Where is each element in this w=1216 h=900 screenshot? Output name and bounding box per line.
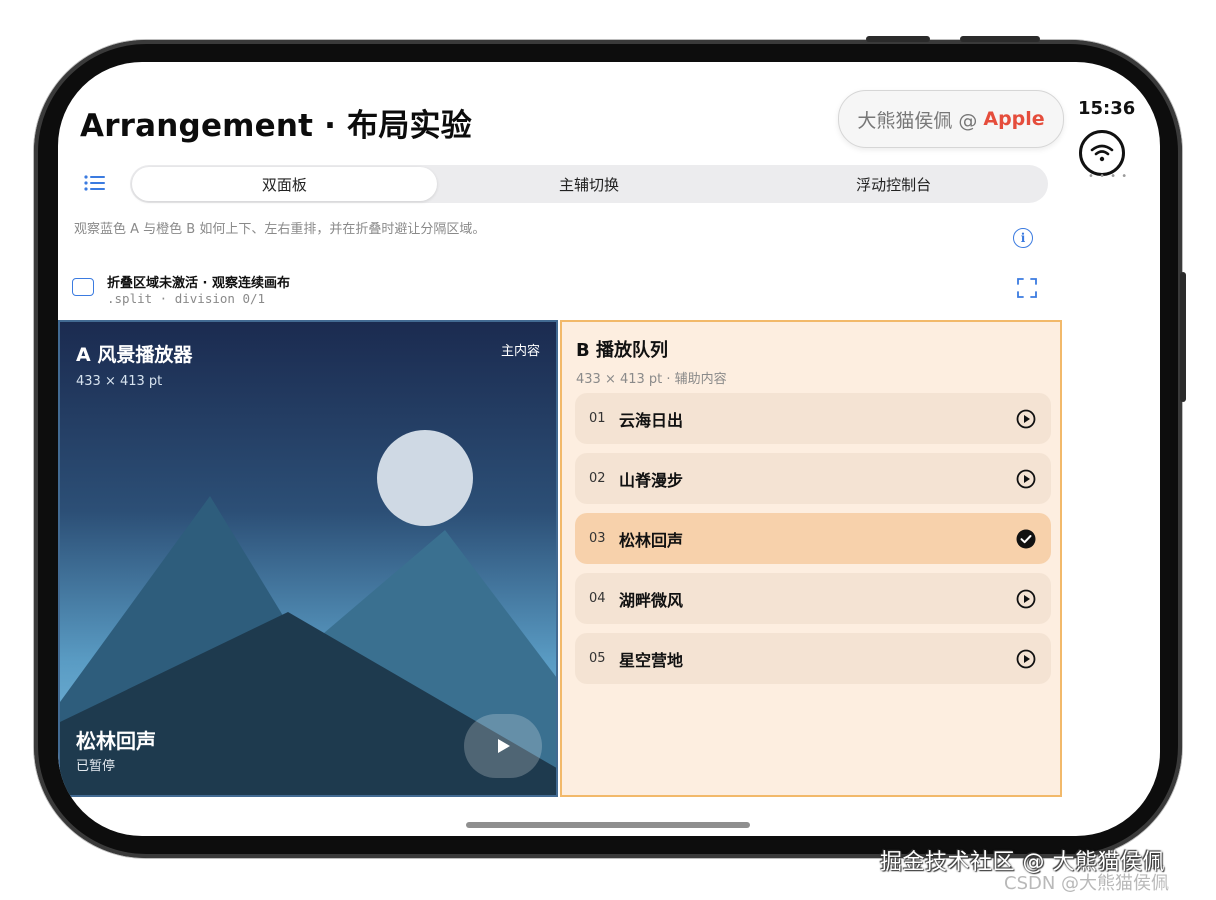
pane-a-scenery-player: A 风景播放器 433 × 413 pt 主内容 松林回声 已暂停 [58, 320, 558, 797]
queue-item[interactable]: 02 山脊漫步 [575, 453, 1051, 504]
pane-b-title: B 播放队列 [576, 340, 668, 361]
play-circle-icon[interactable] [1015, 468, 1037, 490]
status-time: 15:36 [1078, 98, 1136, 119]
play-circle-icon[interactable] [1015, 408, 1037, 430]
queue-item-number: 02 [589, 471, 606, 486]
play-circle-icon[interactable] [1015, 648, 1037, 670]
queue-item[interactable]: 01 云海日出 [575, 393, 1051, 444]
volume-button-1 [866, 36, 930, 42]
queue-item-number: 03 [589, 531, 606, 546]
checkmark-circle-icon [1015, 528, 1037, 550]
fullscreen-icon[interactable] [1017, 278, 1037, 298]
layout-segmented-control: 双面板 主辅切换 浮动控制台 [130, 165, 1048, 203]
tab-dual-pane[interactable]: 双面板 [132, 167, 437, 201]
queue-item-name: 松林回声 [619, 530, 684, 550]
csdn-watermark: CSDN @大熊猫侯佩 [1004, 873, 1170, 894]
app-screen: Arrangement · 布局实验 大熊猫侯佩 @ Apple 15:36 •… [58, 62, 1160, 836]
queue-list: 01 云海日出 02 山脊漫步 03 松林回声 04 湖畔微风 05 星空营地 [575, 393, 1051, 693]
fold-status-title: 折叠区域未激活 · 观察连续画布 [107, 276, 290, 291]
queue-item[interactable]: 05 星空营地 [575, 633, 1051, 684]
tab-floating-console[interactable]: 浮动控制台 [741, 167, 1046, 201]
pane-b-dimensions: 433 × 413 pt · 辅助内容 [576, 372, 727, 387]
queue-item-current[interactable]: 03 松林回声 [575, 513, 1051, 564]
pane-a-title: A 风景播放器 [76, 344, 193, 366]
fold-screen-icon [72, 278, 94, 296]
queue-item-number: 01 [589, 411, 606, 426]
author-badge[interactable]: 大熊猫侯佩 @ Apple [838, 90, 1064, 148]
now-playing-title: 松林回声 [76, 729, 156, 753]
volume-button-2 [960, 36, 1040, 42]
page-title: Arrangement · 布局实验 [80, 108, 472, 144]
fold-status-subtitle: .split · division 0/1 [107, 291, 266, 306]
queue-item-name: 山脊漫步 [619, 470, 684, 490]
info-icon[interactable]: i [1013, 228, 1033, 248]
signal-dots-icon: • • • • [1088, 171, 1129, 182]
queue-item-name: 星空营地 [619, 650, 684, 670]
author-brand: Apple [983, 108, 1045, 130]
tab-primary-secondary[interactable]: 主辅切换 [437, 167, 742, 201]
play-circle-icon[interactable] [1015, 588, 1037, 610]
home-indicator[interactable] [466, 822, 750, 828]
queue-item-name: 云海日出 [619, 410, 684, 430]
queue-item-number: 05 [589, 651, 606, 666]
wifi-icon [1079, 130, 1125, 176]
play-icon [498, 739, 510, 753]
queue-item-name: 湖畔微风 [619, 590, 684, 610]
now-playing-status: 已暂停 [76, 759, 116, 774]
list-icon[interactable] [84, 174, 106, 192]
pane-a-dimensions: 433 × 413 pt [76, 374, 163, 389]
queue-item[interactable]: 04 湖畔微风 [575, 573, 1051, 624]
play-button[interactable] [464, 714, 542, 778]
queue-item-number: 04 [589, 591, 606, 606]
author-name: 大熊猫侯佩 @ [857, 109, 978, 132]
pane-b-play-queue: B 播放队列 433 × 413 pt · 辅助内容 01 云海日出 02 山脊… [560, 320, 1062, 797]
layout-description: 观察蓝色 A 与橙色 B 如何上下、左右重排，并在折叠时避让分隔区域。 [74, 222, 486, 237]
power-button [1180, 272, 1186, 402]
pane-a-role-tag: 主内容 [500, 344, 540, 359]
